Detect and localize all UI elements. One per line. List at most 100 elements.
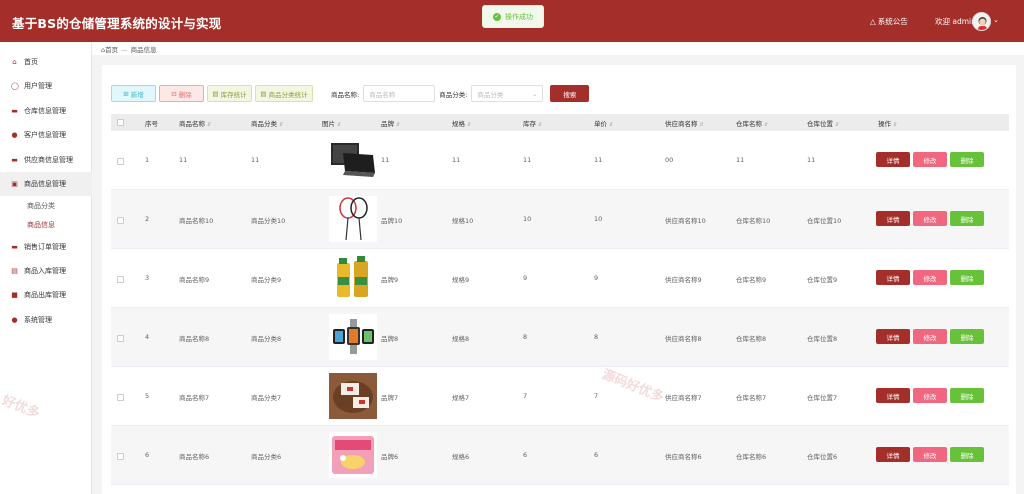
- detail-button[interactable]: 详情: [876, 447, 910, 462]
- cell-no: 4: [145, 333, 150, 341]
- system-notice-link[interactable]: △ 系统公告: [870, 16, 908, 27]
- col-stock[interactable]: 库存 ⇵: [523, 118, 542, 128]
- col-image[interactable]: 图片 ⇵: [322, 118, 341, 128]
- search-button[interactable]: 搜索: [550, 85, 590, 102]
- col-warehouse[interactable]: 仓库名称 ⇵: [736, 118, 768, 128]
- edit-button[interactable]: 修改: [913, 270, 947, 285]
- detail-button[interactable]: 详情: [876, 211, 910, 226]
- chevron-down-icon[interactable]: ⌄: [993, 16, 999, 24]
- cell-warehouse: 仓库名称10: [736, 217, 771, 225]
- product-image-rackets[interactable]: [329, 196, 377, 242]
- cell-price: 10: [594, 215, 603, 223]
- delete-row-button[interactable]: 删除: [950, 211, 984, 226]
- cell-name: 商品名称7: [179, 394, 210, 402]
- sidebar-item-goods[interactable]: ▣ 商品信息管理: [0, 172, 92, 196]
- delete-row-button[interactable]: 删除: [950, 447, 984, 462]
- edit-button[interactable]: 修改: [913, 447, 947, 462]
- sort-icon: ⇵: [538, 122, 543, 128]
- col-supplier[interactable]: 供应商名称 ⇵: [665, 118, 704, 128]
- product-image-watches[interactable]: [329, 314, 377, 360]
- row-checkbox[interactable]: [117, 394, 124, 401]
- cell-brand: 品牌9: [381, 276, 399, 284]
- category-select[interactable]: 商品分类 ⌄: [471, 85, 544, 102]
- cell-supplier: 供应商名称8: [665, 335, 702, 343]
- category-stats-button[interactable]: ▤ 商品分类统计: [255, 85, 313, 102]
- sort-icon: ⇵: [207, 122, 212, 128]
- product-image-juice[interactable]: [329, 255, 377, 301]
- breadcrumb-home[interactable]: 首页: [105, 46, 118, 54]
- name-search-input[interactable]: 商品名称: [363, 85, 436, 102]
- cell-price: 6: [594, 451, 599, 459]
- cell-location: 仓库位置10: [807, 217, 842, 225]
- delete-row-button[interactable]: 删除: [950, 270, 984, 285]
- sidebar-item-label: 商品出库管理: [24, 291, 66, 299]
- detail-button[interactable]: 详情: [876, 388, 910, 403]
- main-content: ⊞ 新增 ⊟ 删除 ▤ 库存统计 ▤ 商品分类统计 商品名称: 商品名称 商品分类: 商…: [92, 55, 1024, 494]
- cell-location: 仓库位置7: [807, 394, 838, 402]
- edit-button[interactable]: 修改: [913, 329, 947, 344]
- row-checkbox[interactable]: [117, 217, 124, 224]
- sidebar-item-users[interactable]: ◯ 用户管理: [0, 74, 92, 98]
- col-name[interactable]: 商品名称 ⇵: [179, 118, 211, 128]
- col-price[interactable]: 单价 ⇵: [594, 118, 613, 128]
- cell-spec: 规格9: [452, 276, 470, 284]
- sidebar-item-system[interactable]: ● 系统管理: [0, 308, 92, 332]
- cell-location: 仓库位置6: [807, 453, 838, 461]
- edit-button[interactable]: 修改: [913, 211, 947, 226]
- bell-icon: △: [870, 17, 876, 26]
- sidebar: ⌂ 首页 ◯ 用户管理 ▬ 仓库信息管理 ● 客户信息管理 ▬ 供应商信息管理 ▣ 商品信息…: [0, 42, 92, 494]
- table-row: 2 商品名称10 商品分类10 品牌10 规格10 10 10 供应商名称10 …: [111, 190, 1009, 249]
- submenu-goods-category[interactable]: 商品分类: [27, 201, 55, 211]
- trash-icon: ⊟: [171, 89, 177, 98]
- delete-row-button[interactable]: 删除: [950, 388, 984, 403]
- sidebar-item-home[interactable]: ⌂ 首页: [0, 50, 92, 74]
- detail-button[interactable]: 详情: [876, 152, 910, 167]
- sidebar-item-supplier[interactable]: ▬ 供应商信息管理: [0, 148, 92, 172]
- edit-button[interactable]: 修改: [913, 388, 947, 403]
- cell-brand: 品牌7: [381, 394, 399, 402]
- success-toast: ✓ 操作成功: [482, 5, 544, 28]
- row-checkbox[interactable]: [117, 453, 124, 460]
- col-spec[interactable]: 规格 ⇵: [452, 118, 471, 128]
- goods-icon: ▣: [11, 179, 18, 188]
- row-checkbox[interactable]: [117, 276, 124, 283]
- delete-row-button[interactable]: 删除: [950, 329, 984, 344]
- col-brand[interactable]: 品牌 ⇵: [381, 118, 400, 128]
- category-filter-label: 商品分类:: [439, 90, 468, 99]
- cell-category: 商品分类9: [251, 276, 282, 284]
- sidebar-item-inbound[interactable]: ▤ 商品入库管理: [0, 259, 92, 283]
- sidebar-item-customer[interactable]: ● 客户信息管理: [0, 123, 92, 147]
- select-all-checkbox[interactable]: [117, 119, 124, 126]
- detail-button[interactable]: 详情: [876, 329, 910, 344]
- cell-location: 11: [807, 156, 816, 164]
- stock-stats-button[interactable]: ▤ 库存统计: [207, 85, 252, 102]
- sidebar-item-sales[interactable]: ▬ 销售订单管理: [0, 235, 92, 259]
- col-no[interactable]: 序号: [145, 118, 158, 128]
- user-icon: ◯: [11, 81, 19, 90]
- row-checkbox[interactable]: [117, 158, 124, 165]
- cell-stock: 9: [523, 274, 528, 282]
- detail-button[interactable]: 详情: [876, 270, 910, 285]
- breadcrumb: ⌂首页 — 商品信息: [101, 46, 157, 54]
- sidebar-item-outbound[interactable]: ■ 商品出库管理: [0, 283, 92, 307]
- product-image-laptop[interactable]: [329, 137, 377, 183]
- cell-brand: 11: [381, 156, 390, 164]
- avatar[interactable]: [972, 12, 991, 31]
- sidebar-item-label: 首页: [24, 58, 38, 66]
- row-checkbox[interactable]: [117, 335, 124, 342]
- sidebar-item-warehouse[interactable]: ▬ 仓库信息管理: [0, 99, 92, 123]
- submenu-goods-info[interactable]: 商品信息: [27, 220, 55, 230]
- cell-brand: 品牌10: [381, 217, 403, 225]
- col-location[interactable]: 仓库位置 ⇵: [807, 118, 839, 128]
- edit-button[interactable]: 修改: [913, 152, 947, 167]
- delete-button[interactable]: ⊟ 删除: [159, 85, 204, 102]
- product-image-giftbox[interactable]: [329, 373, 377, 419]
- delete-row-button[interactable]: 删除: [950, 152, 984, 167]
- add-button[interactable]: ⊞ 新增: [111, 85, 156, 102]
- col-category[interactable]: 商品分类 ⇵: [251, 118, 283, 128]
- watermark: 好优多: [0, 393, 42, 422]
- cell-brand: 品牌8: [381, 335, 399, 343]
- system-notice-label: 系统公告: [877, 17, 908, 26]
- product-image-noodles[interactable]: [329, 432, 377, 478]
- outbound-icon: ■: [11, 290, 18, 299]
